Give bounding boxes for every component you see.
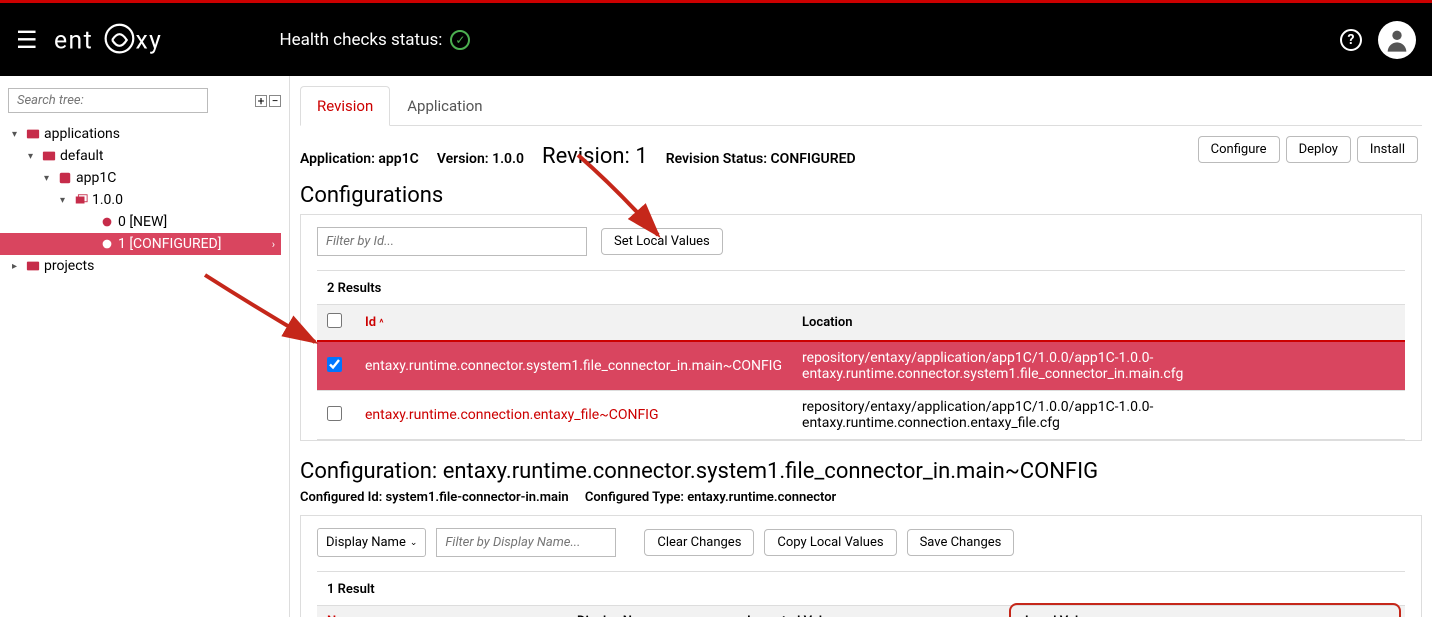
sidebar: + − ▾ applications ▾ default ▾ app1C ▾ (0, 76, 290, 617)
tab-application[interactable]: Application (390, 86, 499, 126)
folder-icon (26, 127, 40, 141)
tree-item-default[interactable]: ▾ default (8, 145, 281, 167)
chevron-down-icon: ▾ (28, 151, 38, 162)
chevron-right-icon: ▸ (12, 261, 22, 272)
props-table: Name ^ Display Name Imported Value Local… (317, 605, 1405, 617)
config-table: Id ^ Location entaxy.runtime.connector.s… (317, 304, 1405, 440)
row-checkbox[interactable] (327, 406, 342, 421)
deploy-button[interactable]: Deploy (1286, 136, 1351, 163)
configurations-box: Set Local Values 2 Results Id ^ Location… (300, 214, 1422, 441)
config-id-link[interactable]: entaxy.runtime.connector.system1.file_co… (365, 358, 782, 374)
gear-icon (100, 237, 114, 251)
tree-item-app1c[interactable]: ▾ app1C (8, 167, 281, 189)
set-local-values-button[interactable]: Set Local Values (601, 228, 723, 255)
row-checkbox[interactable] (327, 357, 342, 372)
svg-text:xy: xy (135, 26, 162, 55)
avatar[interactable] (1378, 21, 1416, 59)
props-box: Display Name ⌄ Clear Changes Copy Local … (300, 515, 1422, 617)
configure-button[interactable]: Configure (1198, 136, 1280, 163)
tab-revision[interactable]: Revision (300, 86, 390, 126)
table-row[interactable]: entaxy.runtime.connection.entaxy_file~CO… (317, 391, 1405, 440)
tree: ▾ applications ▾ default ▾ app1C ▾ 1.0.0 (8, 123, 281, 277)
chevron-down-icon: ▾ (12, 129, 22, 140)
tree-item-applications[interactable]: ▾ applications (8, 123, 281, 145)
col-location[interactable]: Location (792, 305, 1405, 342)
check-circle-icon: ✓ (450, 30, 470, 50)
help-icon[interactable]: ? (1340, 29, 1362, 51)
filter-name-input[interactable] (436, 528, 616, 557)
filter-id-input[interactable] (317, 227, 587, 256)
config-location: repository/entaxy/application/app1C/1.0.… (792, 391, 1405, 440)
chevron-down-icon: ▾ (60, 195, 70, 206)
configuration-meta: Configured Id: system1.file-connector-in… (300, 490, 1422, 505)
configurations-heading: Configurations (300, 183, 1422, 208)
props-results-count: 1 Result (317, 572, 1405, 605)
configuration-detail-heading: Configuration: entaxy.runtime.connector.… (300, 459, 1422, 484)
folder-icon (26, 259, 40, 273)
chevron-down-icon: ⌄ (410, 538, 418, 548)
health-status: Health checks status: ✓ (280, 30, 471, 50)
chevron-down-icon: ▾ (44, 173, 54, 184)
table-row[interactable]: entaxy.runtime.connector.system1.file_co… (317, 341, 1405, 391)
logo: ent xy (54, 18, 214, 62)
folder-icon (42, 149, 56, 163)
app-icon (58, 171, 72, 185)
col-local-value[interactable]: Local Value (1015, 606, 1405, 617)
save-changes-button[interactable]: Save Changes (907, 529, 1015, 556)
main-panel: Revision Application Configure Deploy In… (290, 76, 1432, 617)
tree-item-version[interactable]: ▾ 1.0.0 (8, 189, 281, 211)
gear-icon (100, 215, 114, 229)
collapse-all-icon[interactable]: − (269, 95, 281, 107)
col-name[interactable]: Name ^ (317, 606, 567, 617)
menu-icon[interactable]: ☰ (16, 26, 38, 54)
config-location: repository/entaxy/application/app1C/1.0.… (792, 341, 1405, 391)
clear-changes-button[interactable]: Clear Changes (644, 529, 754, 556)
tree-item-projects[interactable]: ▸ projects (8, 255, 281, 277)
col-imported-value[interactable]: Imported Value (737, 606, 1015, 617)
chevron-right-icon: › (272, 238, 275, 251)
config-id-link[interactable]: entaxy.runtime.connection.entaxy_file~CO… (365, 407, 659, 423)
tree-item-rev0[interactable]: 0 [NEW] (8, 211, 281, 233)
copy-local-values-button[interactable]: Copy Local Values (764, 529, 896, 556)
tabs: Revision Application (300, 86, 1422, 126)
top-bar: ☰ ent xy Health checks status: ✓ ? (0, 3, 1432, 76)
expand-all-icon[interactable]: + (255, 95, 267, 107)
filter-field-dropdown[interactable]: Display Name ⌄ (317, 528, 426, 557)
version-icon (74, 193, 88, 207)
tree-item-rev1[interactable]: 1 [CONFIGURED] › (0, 233, 281, 255)
search-input[interactable] (8, 88, 208, 113)
install-button[interactable]: Install (1357, 136, 1418, 163)
col-display-name[interactable]: Display Name (567, 606, 737, 617)
config-results-count: 2 Results (317, 271, 1405, 304)
col-id[interactable]: Id ^ (355, 305, 792, 342)
svg-text:ent: ent (54, 26, 93, 55)
select-all-checkbox[interactable] (327, 313, 342, 328)
